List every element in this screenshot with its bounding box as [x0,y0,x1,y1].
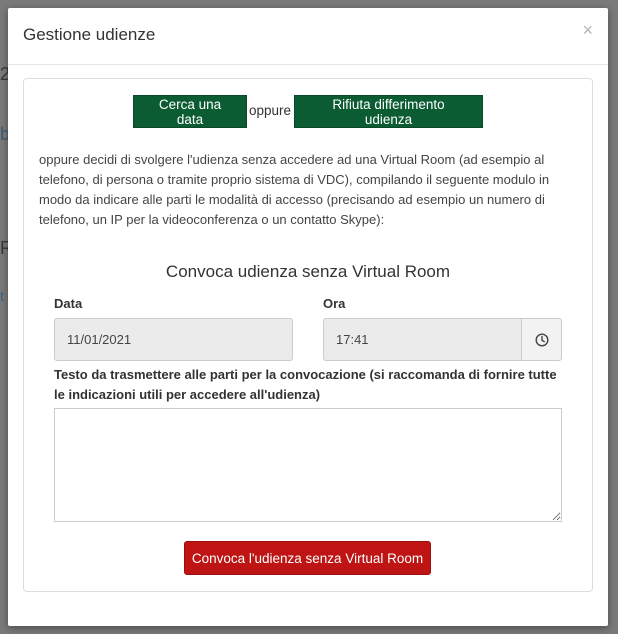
date-input[interactable] [54,318,293,361]
time-label: Ora [323,296,346,311]
close-icon[interactable]: × [582,20,593,40]
modal-header: Gestione udienze × [8,8,608,65]
clock-icon [534,332,549,347]
search-date-button[interactable]: Cerca una data [133,95,247,128]
time-input[interactable] [323,318,522,361]
or-text: oppure [249,103,292,118]
description-text: oppure decidi di svolgere l'udienza senz… [39,152,550,227]
time-picker-button[interactable] [521,318,562,361]
modal-title: Gestione udienze [23,25,156,44]
hearings-modal: Gestione udienze × Cerca una data oppure… [8,8,608,626]
message-label: Testo da trasmettere alle parti per la c… [54,367,557,402]
section-title: Convoca udienza senza Virtual Room [165,262,451,281]
hearing-card: Cerca una data oppure Rifiuta differimen… [23,78,593,592]
message-textarea[interactable] [54,408,562,522]
date-label: Data [54,296,83,311]
convoke-without-virtual-room-button[interactable]: Convoca l'udienza senza Virtual Room [184,541,431,575]
refuse-postponement-button[interactable]: Rifiuta differimento udienza [294,95,483,128]
bg-fragment: t [0,288,4,304]
